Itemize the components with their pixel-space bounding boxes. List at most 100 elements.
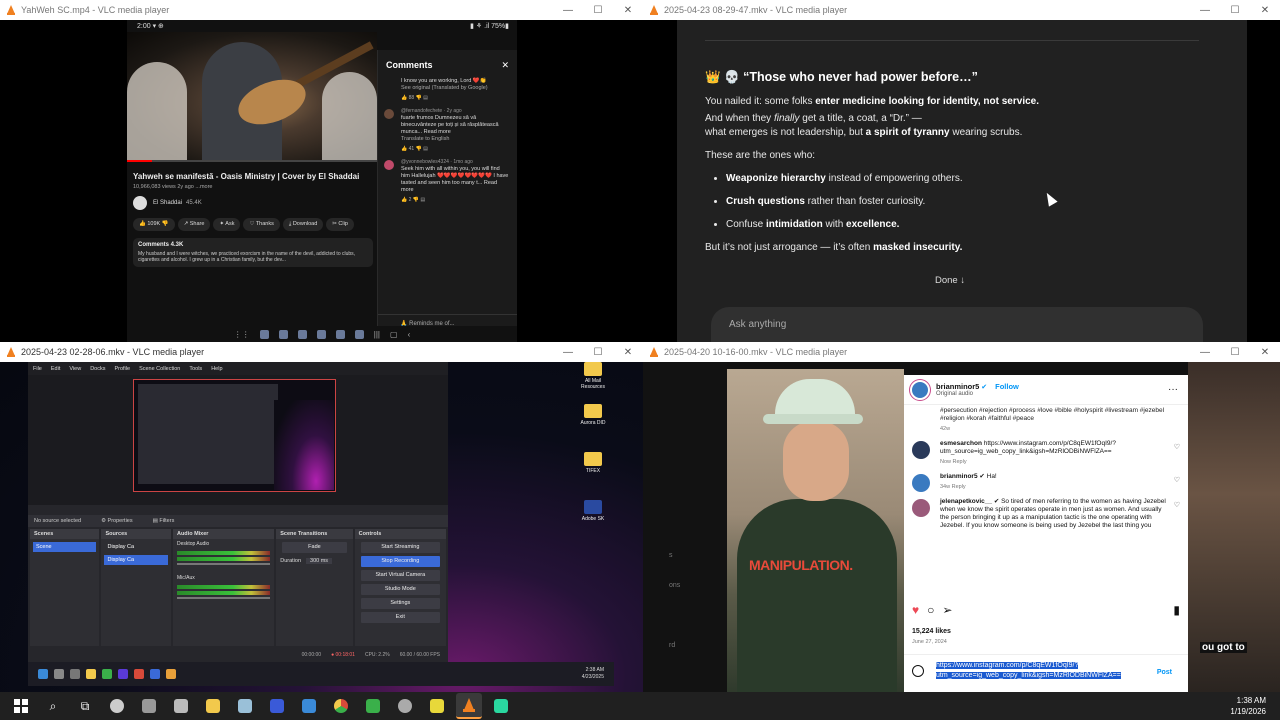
maximize-button[interactable]: ☐ (1220, 0, 1250, 20)
obs-preview[interactable] (28, 375, 448, 505)
desktop-icon[interactable]: Adobe SK (573, 500, 613, 522)
like-heart-icon[interactable]: ♥ (912, 603, 919, 617)
comment-icon[interactable]: ○ (927, 603, 934, 617)
volume-slider[interactable] (176, 563, 271, 565)
back-icon[interactable]: ‹ (408, 330, 411, 339)
folder-icon[interactable] (200, 693, 226, 719)
ask-button[interactable]: ✦ Ask (213, 218, 241, 231)
studio-mode-button[interactable]: Studio Mode (360, 584, 440, 595)
app-icon[interactable] (118, 669, 128, 679)
vlc-window-chat[interactable]: 2025-04-23 08-29-47.mkv - VLC media play… (643, 0, 1280, 342)
comment-actions[interactable]: 👍 2 👎 ▤ (401, 197, 509, 204)
avatar[interactable] (384, 160, 394, 170)
app-icon[interactable] (278, 329, 288, 339)
app-icon[interactable] (134, 669, 144, 679)
comment-user[interactable]: jelenapetkovic__ (940, 498, 992, 505)
apps-icon[interactable]: ⋮⋮ (234, 330, 250, 339)
comment-actions[interactable]: 👍 88 👎 ▤ (401, 95, 509, 102)
titlebar[interactable]: 2025-04-20 10-16-00.mkv - VLC media play… (643, 342, 1280, 362)
app-icon[interactable] (297, 329, 307, 339)
duration-input[interactable]: 300 ms (306, 558, 333, 564)
app-icon[interactable] (166, 669, 176, 679)
menu-edit[interactable]: Edit (51, 366, 60, 372)
close-icon[interactable]: ✕ (501, 60, 509, 71)
minimize-button[interactable]: — (553, 342, 583, 362)
menu-tools[interactable]: Tools (189, 366, 202, 372)
clip-button[interactable]: ✂ Clip (326, 218, 354, 231)
like-button[interactable]: 👍 109K 👎 (133, 218, 175, 231)
video-meta[interactable]: 10,966,083 views 2y ago ...more (133, 184, 373, 190)
app-icon[interactable] (232, 693, 258, 719)
folder-icon[interactable] (86, 669, 96, 679)
volume-slider[interactable] (176, 597, 271, 599)
minimize-button[interactable]: — (1190, 342, 1220, 362)
source-item[interactable]: Display Ca (104, 555, 168, 565)
vlc-window-instagram[interactable]: 2025-04-20 10-16-00.mkv - VLC media play… (643, 342, 1280, 692)
exit-button[interactable]: Exit (360, 612, 440, 623)
search-icon[interactable]: ⌕ (40, 693, 66, 719)
menu-scene-collection[interactable]: Scene Collection (139, 366, 180, 372)
settings-button[interactable]: Settings (360, 598, 440, 609)
share-icon[interactable]: ➢ (942, 603, 952, 617)
vlc-window-youtube[interactable]: YahWeh SC.mp4 - VLC media player — ☐ ✕ 2… (0, 0, 643, 342)
titlebar[interactable]: YahWeh SC.mp4 - VLC media player — ☐ ✕ (0, 0, 643, 20)
task-view-icon[interactable]: ⧉ (72, 693, 98, 719)
maximize-button[interactable]: ☐ (1220, 342, 1250, 362)
close-button[interactable]: ✕ (1250, 0, 1280, 20)
comment-user[interactable]: esmesarchon (940, 440, 982, 447)
menu-file[interactable]: File (33, 366, 42, 372)
app-icon[interactable] (168, 693, 194, 719)
reel-video[interactable]: MANIPULATION. (727, 369, 904, 692)
app-icon[interactable] (264, 693, 290, 719)
stop-recording-button[interactable]: Stop Recording (360, 556, 440, 567)
app-icon[interactable] (70, 669, 80, 679)
menu-view[interactable]: View (69, 366, 81, 372)
vlc-window-obs[interactable]: 2025-04-23 02-28-06.mkv - VLC media play… (0, 342, 643, 692)
comment-meta[interactable]: Now Reply (940, 458, 1168, 466)
channel-name[interactable]: El Shaddai (153, 200, 182, 206)
maximize-button[interactable]: ☐ (583, 0, 613, 20)
avatar[interactable] (912, 474, 930, 492)
minimize-button[interactable]: — (1190, 0, 1220, 20)
channel-avatar[interactable] (133, 196, 147, 210)
username[interactable]: brianminor5 (936, 382, 979, 391)
menu-docks[interactable]: Docks (90, 366, 105, 372)
comment-author[interactable]: @fernandofechete · 2y ago (401, 108, 509, 115)
heart-icon[interactable]: ♡ (1174, 477, 1180, 485)
menu-profile[interactable]: Profile (114, 366, 130, 372)
system-clock[interactable]: 1:38 AM 1/19/2026 (1230, 695, 1266, 717)
preview-canvas[interactable] (133, 379, 336, 492)
vlc-taskbar-icon[interactable] (456, 693, 482, 719)
app-icon[interactable] (424, 693, 450, 719)
app-icon[interactable] (316, 329, 326, 339)
search-icon[interactable] (54, 669, 64, 679)
channel-row[interactable]: El Shaddai 45.4K (133, 196, 373, 210)
titlebar[interactable]: 2025-04-23 02-28-06.mkv - VLC media play… (0, 342, 643, 362)
translate-link[interactable]: Translate to English (401, 136, 509, 143)
app-icon[interactable] (136, 693, 162, 719)
comment-actions[interactable]: 👍 41 👎 ▤ (401, 146, 509, 153)
app-icon[interactable] (392, 693, 418, 719)
start-virtual-camera-button[interactable]: Start Virtual Camera (360, 570, 440, 581)
thanks-button[interactable]: ♡ Thanks (243, 218, 280, 231)
bookmark-icon[interactable]: ▮ (1173, 603, 1180, 617)
app-icon[interactable] (296, 693, 322, 719)
more-icon[interactable]: ··· (1168, 384, 1178, 395)
start-streaming-button[interactable]: Start Streaming (360, 542, 440, 553)
audio-label[interactable]: Original audio (936, 391, 1019, 397)
post-button[interactable]: Post (1157, 669, 1172, 676)
app-icon[interactable] (354, 329, 364, 339)
see-original-link[interactable]: See original (Translated by Google) (401, 85, 509, 92)
app-icon[interactable] (360, 693, 386, 719)
minimize-button[interactable]: — (553, 0, 583, 20)
avatar[interactable] (910, 379, 930, 400)
video-progress-bar[interactable] (127, 160, 377, 162)
start-icon[interactable] (38, 669, 48, 679)
comment-input[interactable]: https://www.instagram.com/p/C8qEW1fOqI9/… (904, 654, 1188, 692)
desktop-icon[interactable]: Aurora DID (573, 404, 613, 426)
source-item[interactable]: Display Ca (104, 542, 167, 552)
recents-icon[interactable]: ||| (374, 330, 380, 339)
desktop-icon[interactable]: All Mail Resources (573, 362, 613, 390)
comment-input-text[interactable]: https://www.instagram.com/p/C8qEW1fOqI9/… (936, 662, 1121, 679)
comment-meta[interactable]: 34w Reply (940, 483, 1168, 491)
